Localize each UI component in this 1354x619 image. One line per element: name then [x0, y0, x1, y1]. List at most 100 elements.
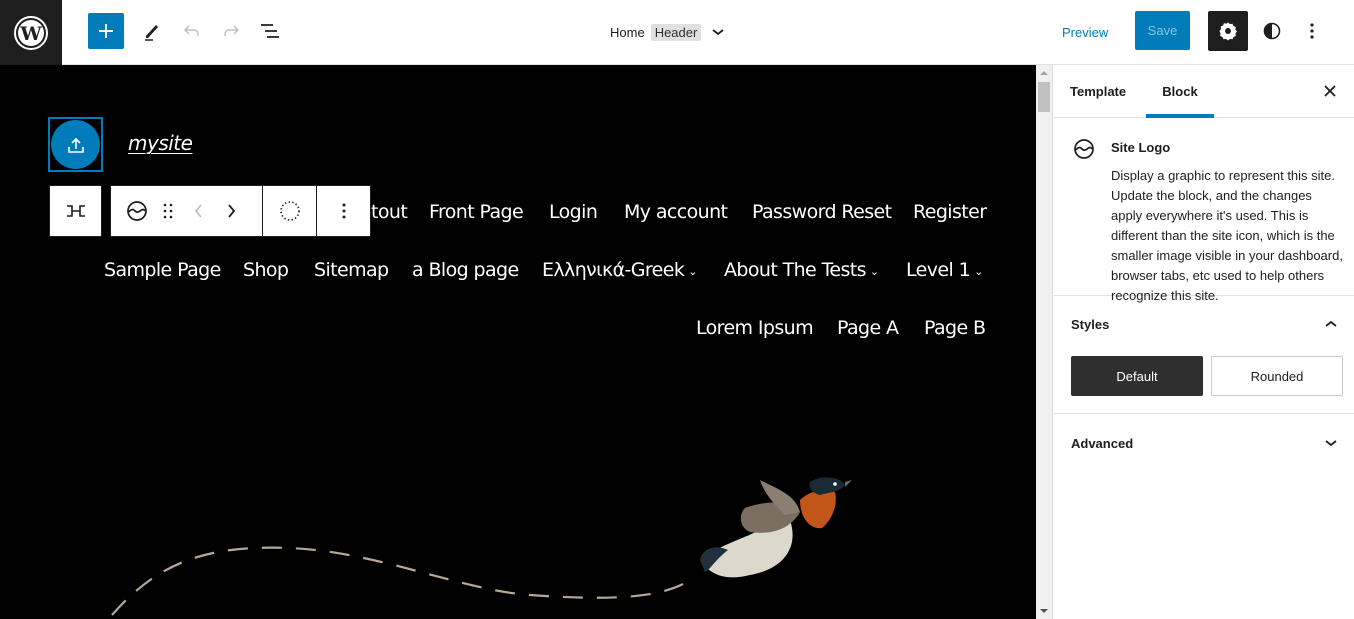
dotted-circle-icon — [279, 201, 300, 221]
nav-link[interactable]: Page A — [837, 317, 899, 339]
nav-link-label: Front Page — [429, 201, 524, 223]
scrollbar-thumb[interactable] — [1038, 82, 1050, 112]
upload-icon — [67, 137, 84, 153]
nav-link[interactable]: Login — [549, 201, 598, 223]
block-card: Site Logo Display a graphic to represent… — [1054, 65, 1354, 303]
dashed-flight-path — [111, 546, 691, 616]
drag-handle[interactable] — [153, 186, 183, 236]
styles-panel-title: Styles — [1071, 316, 1110, 332]
nav-link-label: My account — [624, 201, 728, 223]
nav-link-label: Page A — [837, 317, 899, 339]
select-parent-toolbar — [49, 185, 102, 237]
settings-button[interactable] — [1208, 11, 1248, 51]
chevron-left-icon — [194, 204, 202, 218]
select-parent-button[interactable] — [50, 186, 101, 236]
block-options-button[interactable] — [317, 186, 370, 236]
nav-link[interactable]: Sample Page — [104, 259, 221, 281]
nav-link-label: About The Tests — [724, 259, 867, 281]
block-inserter-button[interactable] — [88, 13, 124, 49]
styles-panel-toggle[interactable]: Styles — [1054, 296, 1354, 352]
chevron-up-icon — [1324, 319, 1338, 329]
gear-icon — [1219, 22, 1237, 41]
nav-link[interactable]: My account — [624, 201, 728, 223]
nav-link[interactable]: Register — [913, 201, 987, 223]
save-button[interactable]: Save — [1135, 11, 1190, 50]
nav-link-label: Sample Page — [104, 259, 221, 281]
chevron-down-icon: ⌄ — [974, 264, 983, 278]
site-logo-block[interactable] — [48, 117, 103, 172]
bird-icon — [700, 477, 852, 578]
style-rounded-button[interactable]: Rounded — [1211, 356, 1343, 396]
undo-icon — [183, 25, 199, 36]
nav-link-label: tout — [371, 201, 408, 223]
vertical-ellipsis-icon — [342, 203, 345, 219]
block-title: Site Logo — [1111, 140, 1171, 155]
block-switcher-button[interactable] — [121, 186, 153, 236]
scroll-down-arrow-icon[interactable] — [1040, 609, 1048, 613]
redo-icon — [224, 25, 240, 36]
chevron-down-icon — [712, 29, 724, 36]
editor-header: W Home Header Preview Save — [0, 0, 1354, 65]
block-description: Display a graphic to represent this site… — [1111, 168, 1343, 303]
tools-button[interactable] — [134, 13, 170, 49]
nav-submenu-link[interactable]: Ελληνικά-Greek ⌄ — [542, 259, 697, 281]
chevron-down-icon: ⌄ — [688, 264, 697, 278]
rounded-style-button[interactable] — [263, 186, 316, 236]
nav-link-label: Lorem Ipsum — [696, 317, 814, 339]
scroll-up-arrow-icon[interactable] — [1040, 71, 1048, 75]
chevron-down-icon — [1324, 438, 1338, 448]
edit-icon — [145, 25, 158, 41]
nav-link-label: Sitemap — [314, 259, 389, 281]
nav-link-label: Password Reset — [752, 201, 892, 223]
nav-link[interactable]: Password Reset — [752, 201, 892, 223]
select-parent-icon — [66, 205, 85, 217]
site-logo-upload-button[interactable] — [51, 120, 100, 169]
move-left-button[interactable] — [183, 186, 215, 236]
nav-link[interactable]: tout — [371, 201, 408, 223]
move-right-button[interactable] — [215, 186, 247, 236]
document-title[interactable]: Home Header — [610, 20, 725, 44]
nav-link-label: Level 1 — [906, 259, 971, 281]
canvas-scrollbar[interactable] — [1036, 65, 1053, 619]
settings-sidebar: Template Block Site Logo Display a graph… — [1054, 65, 1354, 619]
list-view-button[interactable] — [252, 13, 288, 49]
styles-panel: Styles Default Rounded — [1054, 296, 1354, 414]
undo-button[interactable] — [174, 13, 210, 49]
options-menu-button[interactable] — [1296, 13, 1328, 49]
block-toolbar-group-style — [263, 186, 317, 236]
nav-link-label: Register — [913, 201, 987, 223]
global-styles-button[interactable] — [1256, 13, 1288, 49]
chevron-down-icon: ⌄ — [869, 264, 879, 278]
chevron-right-icon — [228, 204, 236, 218]
advanced-panel-title: Advanced — [1071, 435, 1134, 451]
block-toolbar-group-main — [111, 186, 263, 236]
wordpress-logo-button[interactable]: W — [0, 0, 62, 65]
nav-submenu-link[interactable]: About The Tests ⌄ — [724, 259, 879, 281]
nav-link[interactable]: Sitemap — [314, 259, 389, 281]
nav-link-label: Page B — [924, 317, 986, 339]
site-logo-icon — [127, 201, 147, 221]
redo-button[interactable] — [213, 13, 249, 49]
page-name: Home — [610, 24, 645, 40]
wordpress-logo-icon: W — [14, 15, 48, 50]
nav-link[interactable]: Shop — [243, 259, 289, 281]
nav-link[interactable]: a Blog page — [412, 259, 519, 281]
nav-submenu-link[interactable]: Level 1 ⌄ — [906, 259, 983, 281]
preview-button[interactable]: Preview — [1062, 20, 1108, 44]
nav-link[interactable]: Lorem Ipsum — [696, 317, 814, 339]
site-title[interactable]: mysite — [128, 131, 193, 155]
bird-illustration — [111, 477, 852, 616]
list-view-icon — [261, 24, 279, 38]
editor-canvas[interactable]: mysite tout Front Page Login My account … — [0, 65, 1036, 619]
nav-link[interactable]: Page B — [924, 317, 986, 339]
half-circle-icon — [1263, 22, 1281, 40]
template-part-badge: Header — [650, 23, 702, 41]
vertical-ellipsis-icon — [1310, 23, 1314, 39]
nav-link-label: Shop — [243, 259, 289, 281]
document-actions-toggle[interactable] — [711, 27, 725, 37]
style-default-button[interactable]: Default — [1071, 356, 1203, 396]
nav-link-label: Login — [549, 201, 598, 223]
advanced-panel-toggle[interactable]: Advanced — [1054, 414, 1354, 472]
drag-handle-icon — [163, 203, 173, 219]
nav-link[interactable]: Front Page — [429, 201, 524, 223]
